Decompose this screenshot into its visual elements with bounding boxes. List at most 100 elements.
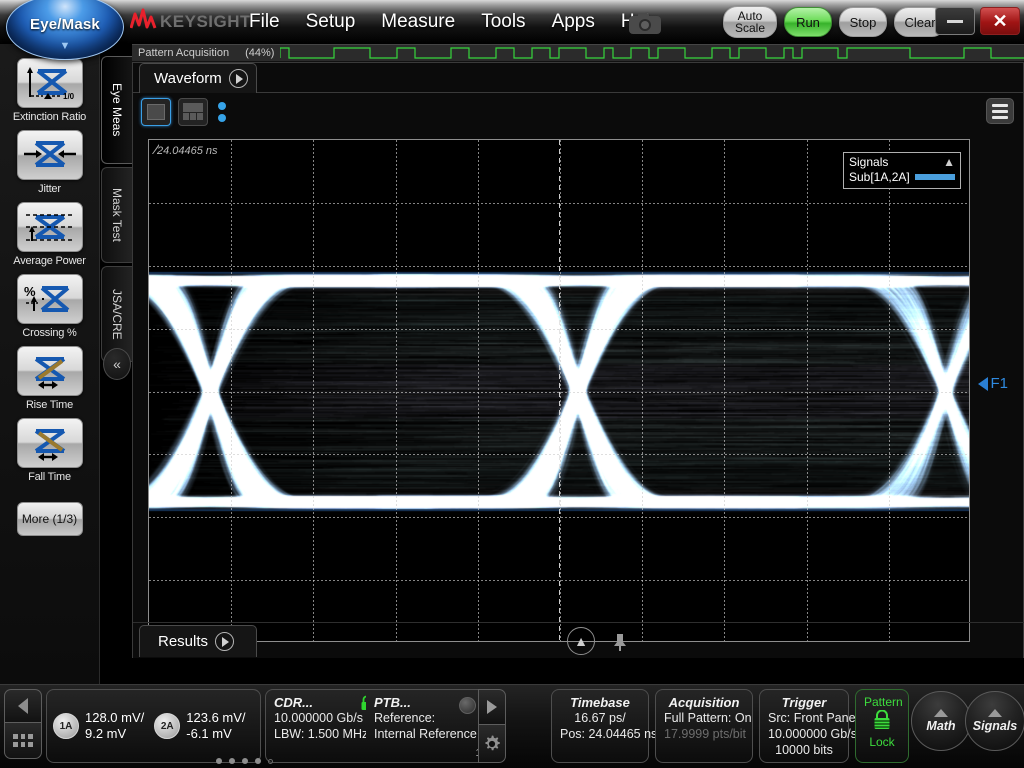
minimize-icon (947, 20, 963, 23)
grid-vline (478, 140, 479, 641)
signals-legend[interactable]: Signals ▲ Sub[1A,2A] (843, 152, 961, 189)
sidebar-item-jitter[interactable]: Jitter (4, 130, 96, 195)
eye-mask-label: Eye/Mask (30, 16, 100, 33)
menu-item-measure[interactable]: Measure (368, 7, 468, 37)
ptb-panel[interactable]: PTB... Reference: Internal Reference 1 (366, 689, 486, 763)
pattern-acquisition-label: Pattern Acquisition (132, 47, 229, 59)
chevron-up-icon (934, 709, 948, 717)
sidebar-item-crossing-percent[interactable]: % Crossing % (4, 274, 96, 339)
sidebar-item-label: Fall Time (4, 471, 96, 483)
sidebar-item-label: Jitter (4, 183, 96, 195)
tab-waveform-label: Waveform (154, 70, 222, 87)
channel-1a-scale: 128.0 mV/ (85, 710, 144, 726)
graticule-wrapper: 24.04465 ns Signals ▲ Sub[1A,2A] F1 (148, 139, 970, 642)
oscilloscope-application: Eye/Mask ▼ KEYSIGHT File Setup Measure T… (0, 0, 1024, 768)
tab-results[interactable]: Results (139, 625, 257, 657)
tab-waveform[interactable]: Waveform (139, 63, 257, 93)
pin-icon[interactable] (611, 632, 629, 652)
menu-item-file[interactable]: File (236, 7, 293, 37)
pattern-lock-top-label: Pattern (864, 695, 900, 709)
run-button[interactable]: Run (784, 7, 832, 37)
signals-knob-button[interactable]: Signals (965, 691, 1024, 751)
acquisition-title: Acquisition (664, 695, 744, 710)
close-button[interactable]: ✕ (980, 7, 1020, 35)
eye-average-power-icon (17, 202, 83, 252)
run-control-buttons: Auto Scale Run Stop Clear (723, 6, 946, 38)
gear-icon[interactable] (478, 725, 506, 763)
menu-item-apps[interactable]: Apps (539, 7, 608, 37)
play-icon[interactable] (478, 689, 506, 725)
chevron-up-icon[interactable]: ▲ (943, 156, 955, 168)
sidebar-item-label: Rise Time (4, 399, 96, 411)
keysight-logo-icon (130, 8, 158, 34)
channel-settings-panel[interactable]: 1A 128.0 mV/ 9.2 mV 2A 123.6 mV/ -6.1 mV (46, 689, 261, 763)
sidebar-item-extinction-ratio[interactable]: 1/0 Extinction Ratio (4, 58, 96, 123)
hamburger-menu-icon[interactable] (986, 98, 1014, 124)
window-controls: ✕ (935, 7, 1020, 35)
svg-text:1/0: 1/0 (63, 92, 75, 101)
chevron-down-icon: ▼ (60, 41, 71, 52)
sidebar-item-average-power[interactable]: Average Power (4, 202, 96, 267)
sidebar-collapse-button[interactable]: « (103, 348, 131, 380)
auto-scale-line2: Scale (735, 22, 765, 34)
channel-2a-badge: 2A (154, 713, 180, 739)
ptb-reference-value: Internal Reference (374, 726, 477, 742)
multi-view-icon[interactable] (178, 98, 208, 126)
tab-eye-meas-label: Eye Meas (110, 83, 124, 136)
sidebar-item-label: Extinction Ratio (4, 111, 96, 123)
channel-1a-offset: 9.2 mV (85, 726, 144, 742)
grid-icon[interactable] (4, 723, 42, 759)
timebase-scale: 16.67 ps/ (560, 710, 640, 726)
channel-1a[interactable]: 1A 128.0 mV/ 9.2 mV (53, 710, 144, 742)
waveform-toolbar (133, 93, 1023, 131)
waveform-timestamp: 24.04465 ns (157, 145, 218, 157)
trigger-title: Trigger (768, 695, 840, 710)
waveform-tab-row: Waveform (133, 63, 1023, 93)
f1-marker[interactable]: F1 (978, 375, 1008, 392)
play-icon[interactable] (215, 632, 234, 651)
pattern-lock-bottom-label: Lock (864, 735, 900, 749)
waveform-panel: Waveform 24.04465 ns (132, 62, 1024, 658)
timebase-panel[interactable]: Timebase 16.67 ps/ Pos: 24.04465 ns (551, 689, 649, 763)
timebase-position: Pos: 24.04465 ns (560, 726, 640, 742)
auto-scale-button[interactable]: Auto Scale (723, 6, 777, 38)
prev-arrow-icon[interactable] (4, 689, 42, 723)
tab-results-label: Results (158, 633, 208, 650)
more-measurements-button[interactable]: More (1/3) (17, 502, 83, 536)
waveform-graticule[interactable]: 24.04465 ns Signals ▲ Sub[1A,2A] (148, 139, 970, 642)
sidebar-item-fall-time[interactable]: Fall Time (4, 418, 96, 483)
tab-eye-meas[interactable]: Eye Meas (101, 56, 132, 164)
stop-button[interactable]: Stop (839, 7, 887, 37)
page-indicator-dots[interactable] (216, 758, 273, 764)
results-expand-button[interactable]: ▲ (567, 627, 595, 655)
signals-legend-swatch (915, 174, 955, 180)
acquisition-panel[interactable]: Acquisition Full Pattern: On 17.9999 pts… (655, 689, 753, 763)
cdr-panel[interactable]: CDR... 10.000000 Gb/s LBW: 1.500 MHz (265, 689, 381, 763)
eye-mask-app-badge[interactable]: Eye/Mask ▼ (6, 0, 124, 60)
minimize-button[interactable] (935, 7, 975, 35)
pattern-acquisition-strip: Pattern Acquisition (44%) (132, 44, 1024, 62)
sidebar-item-label: Crossing % (4, 327, 96, 339)
tab-mask-test[interactable]: Mask Test (101, 167, 132, 263)
chevron-up-icon (988, 709, 1002, 717)
f1-marker-arrow-icon (978, 377, 988, 391)
sidebar-item-rise-time[interactable]: Rise Time (4, 346, 96, 411)
single-view-icon[interactable] (141, 98, 171, 126)
camera-icon[interactable] (628, 11, 662, 35)
eye-measurement-sidebar: 1/0 Extinction Ratio Jitter (0, 44, 100, 684)
pattern-lock-panel[interactable]: Pattern Lock (855, 689, 909, 763)
acquisition-pts-per-bit: 17.9999 pts/bit (664, 726, 744, 742)
channel-2a[interactable]: 2A 123.6 mV/ -6.1 mV (154, 710, 245, 742)
channel-1a-badge: 1A (53, 713, 79, 739)
trigger-panel[interactable]: Trigger Src: Front Panel 10.000000 Gb/s … (759, 689, 849, 763)
signal-indicator-dots[interactable] (218, 102, 226, 122)
play-icon[interactable] (229, 69, 248, 88)
menu-item-tools[interactable]: Tools (468, 7, 538, 37)
tab-jsa-cre-label: JSA/CRE (110, 289, 124, 340)
menu-item-setup[interactable]: Setup (293, 7, 369, 37)
cdr-rate: 10.000000 Gb/s (274, 710, 372, 726)
math-knob-button[interactable]: Math (911, 691, 971, 751)
channel-2a-offset: -6.1 mV (186, 726, 245, 742)
knob-icon[interactable] (459, 697, 476, 714)
signals-knob-label: Signals (973, 719, 1017, 733)
